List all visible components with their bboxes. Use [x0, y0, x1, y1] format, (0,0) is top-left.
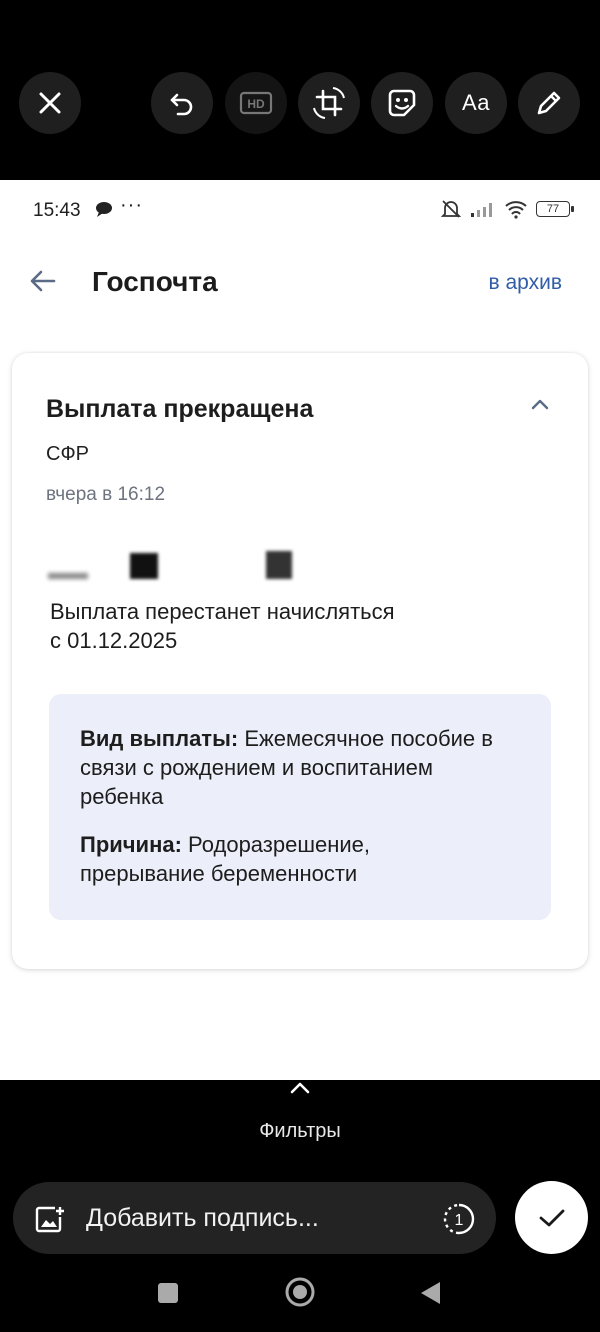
signal-icon [471, 203, 492, 217]
recents-icon[interactable] [156, 1281, 180, 1305]
hd-icon: HD [239, 91, 273, 115]
crop-rotate-icon [313, 87, 345, 119]
message-line: с 01.12.2025 [50, 628, 178, 653]
redaction-mark [266, 551, 292, 579]
back-arrow-icon[interactable] [28, 266, 58, 296]
payment-type-value-cont: ребенка [80, 784, 164, 809]
payment-type-label: Вид выплаты: [80, 726, 239, 751]
status-time: 15:43 [33, 200, 81, 221]
reason-label: Причина: [80, 832, 182, 857]
page-title: Госпочта [92, 266, 218, 297]
status-icons: 77 [440, 198, 574, 220]
close-button[interactable] [19, 72, 81, 134]
editor-toolbar: HD Aa [0, 0, 600, 180]
payment-type-value-cont: связи с рождением и воспитанием [80, 755, 434, 780]
status-bar: 15:43 ··· 77 [0, 180, 600, 240]
home-icon[interactable] [284, 1276, 316, 1308]
text-icon: Aa [462, 90, 490, 115]
message-card: Выплата прекращена СФР вчера в 16:12 Вып… [12, 353, 588, 969]
redacted-text [48, 573, 88, 579]
mute-bell-icon [440, 200, 462, 218]
edited-screenshot: 15:43 ··· 77 Госпочта в архив Выплата пр… [0, 180, 600, 1080]
reason-value-cont: прерывание беременности [80, 861, 358, 886]
reason-line: Причина: Родоразрешение, [80, 830, 530, 859]
editor-bottom-panel: Фильтры Добавить подпись... 1 [0, 1080, 600, 1332]
confirm-button[interactable] [515, 1181, 588, 1254]
payment-type-line: Вид выплаты: Ежемесячное пособие в [80, 724, 530, 753]
status-more-dots: ··· [120, 194, 143, 216]
sticker-button[interactable] [371, 72, 433, 134]
add-media-icon[interactable] [35, 1205, 65, 1233]
message-title: Выплата прекращена [46, 395, 314, 423]
caption-placeholder: Добавить подпись... [86, 1204, 319, 1232]
chat-bubble-icon [96, 202, 112, 217]
reason-value: Родоразрешение, [181, 832, 371, 857]
message-body: Выплата перестанет начисляться с 01.12.2… [50, 597, 470, 655]
checkmark-icon [539, 1209, 564, 1226]
back-icon[interactable] [418, 1280, 442, 1306]
message-date: вчера в 16:12 [46, 484, 166, 505]
chevron-up-icon[interactable] [288, 1080, 312, 1094]
undo-button[interactable] [151, 72, 213, 134]
hd-button[interactable]: HD [225, 72, 287, 134]
svg-text:HD: HD [247, 97, 265, 111]
view-once-icon[interactable]: 1 [442, 1202, 476, 1236]
battery-level: 77 [546, 203, 560, 215]
message-sender: СФР [46, 443, 89, 465]
pen-icon [537, 91, 561, 115]
filters-label[interactable]: Фильтры [0, 1120, 600, 1143]
payment-info-box: Вид выплаты: Ежемесячное пособие в связи… [49, 694, 551, 920]
text-button[interactable]: Aa [445, 72, 507, 134]
redaction-mark [130, 553, 158, 579]
battery-icon: 77 [536, 201, 574, 217]
chevron-up-icon[interactable] [530, 397, 550, 411]
app-header: Госпочта в архив [0, 252, 600, 312]
wifi-icon [505, 201, 527, 219]
sticker-icon [388, 89, 416, 117]
undo-icon [170, 93, 193, 116]
svg-text:1: 1 [455, 1212, 464, 1229]
archive-link[interactable]: в архив [489, 271, 563, 295]
crop-rotate-button[interactable] [298, 72, 360, 134]
pen-button[interactable] [518, 72, 580, 134]
system-nav-bar [0, 1275, 600, 1320]
payment-type-value: Ежемесячное пособие в [238, 726, 493, 751]
close-icon [39, 92, 61, 114]
message-line: Выплата перестанет начисляться [50, 599, 395, 624]
caption-input[interactable]: Добавить подпись... 1 [13, 1182, 496, 1254]
